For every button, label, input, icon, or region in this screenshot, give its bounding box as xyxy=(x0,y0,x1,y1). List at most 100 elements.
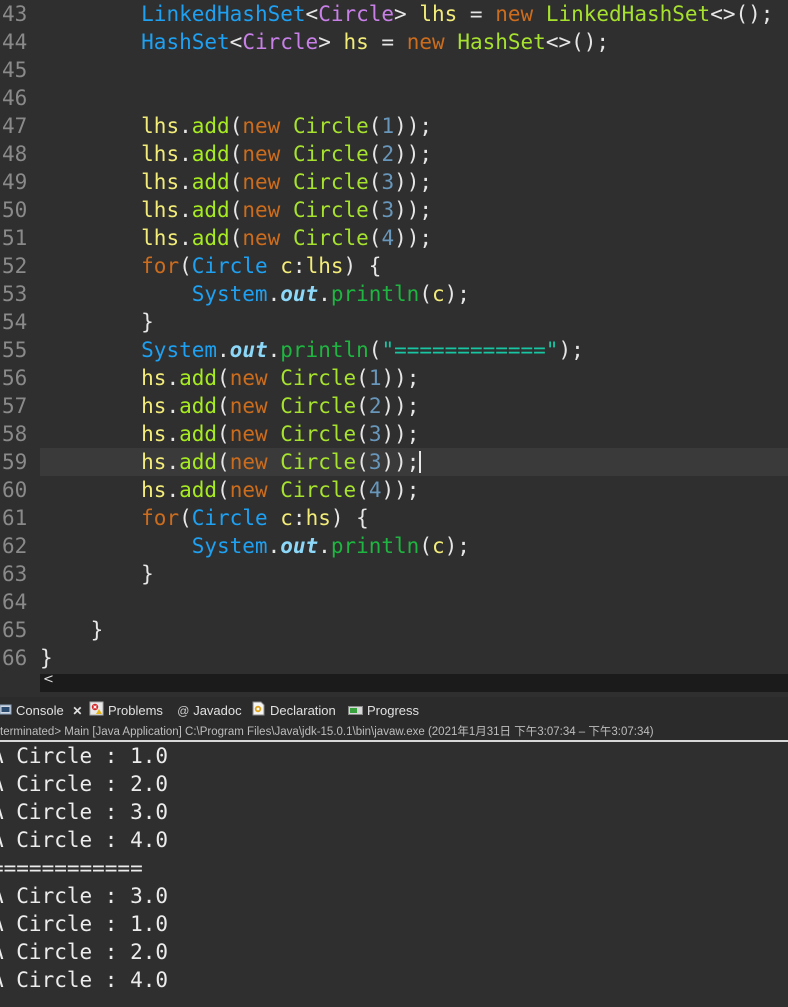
code-line[interactable]: 62 System.out.println(c); xyxy=(0,532,788,560)
code-line[interactable]: 48 lhs.add(new Circle(2)); xyxy=(0,140,788,168)
code-line[interactable]: 47 lhs.add(new Circle(1)); xyxy=(0,112,788,140)
code-text: hs.add(new Circle(1)); xyxy=(40,364,419,392)
line-number: 47 xyxy=(2,114,28,138)
code-line[interactable]: 46 xyxy=(0,84,788,112)
code-line[interactable]: 44 HashSet<Circle> hs = new HashSet<>(); xyxy=(0,28,788,56)
code-token: println xyxy=(330,282,420,306)
tab-javadoc-label: Javadoc xyxy=(193,703,242,718)
code-token: 3 xyxy=(381,198,395,222)
code-token: ( xyxy=(229,198,243,222)
code-token: ( xyxy=(419,282,432,306)
code-token: . xyxy=(179,114,192,138)
code-token: add xyxy=(179,422,218,446)
code-token: hs xyxy=(343,30,369,54)
code-line[interactable]: 57 hs.add(new Circle(2)); xyxy=(0,392,788,420)
code-line[interactable]: 66} xyxy=(0,644,788,672)
code-token: ( xyxy=(217,394,230,418)
line-number: 64 xyxy=(2,590,28,614)
code-line[interactable]: 51 lhs.add(new Circle(4)); xyxy=(0,224,788,252)
code-line[interactable]: 60 hs.add(new Circle(4)); xyxy=(0,476,788,504)
code-line[interactable]: 59 hs.add(new Circle(3)); xyxy=(2,448,788,476)
line-number: 53 xyxy=(2,282,28,306)
code-line[interactable]: 43 LinkedHashSet<Circle> lhs = new Linke… xyxy=(0,0,788,28)
code-token: HashSet xyxy=(457,30,546,54)
tab-javadoc[interactable]: @ Javadoc xyxy=(177,697,242,724)
tab-console[interactable]: Console ✕ xyxy=(0,697,82,724)
code-token: add xyxy=(191,142,230,166)
line-number: 63 xyxy=(2,562,28,586)
code-token: new xyxy=(406,30,445,54)
code-line[interactable]: 50 lhs.add(new Circle(3)); xyxy=(0,196,788,224)
code-line[interactable]: 64 xyxy=(0,588,788,616)
code-token: )); xyxy=(394,114,433,138)
code-token: ( xyxy=(179,254,192,278)
code-token: lhs xyxy=(141,114,180,138)
code-line[interactable]: 63 } xyxy=(0,560,788,588)
console-output-line: A Circle : 4.0 xyxy=(0,968,169,992)
tab-declaration[interactable]: Declaration xyxy=(252,697,336,724)
code-token: add xyxy=(191,114,230,138)
problems-icon xyxy=(89,698,104,725)
code-line[interactable]: 65 } xyxy=(0,616,788,644)
code-editor[interactable]: 43 LinkedHashSet<Circle> lhs = new Linke… xyxy=(0,0,788,674)
code-token: lhs xyxy=(141,226,180,250)
console-output-line: A Circle : 3.0 xyxy=(0,884,169,908)
code-token: 3 xyxy=(381,170,395,194)
tab-problems[interactable]: Problems xyxy=(89,697,163,724)
code-line[interactable]: 52 for(Circle c:lhs) { xyxy=(0,252,788,280)
at-sign-icon: @ xyxy=(177,704,190,719)
console-output[interactable]: A Circle : 1.0 A Circle : 2.0 A Circle : 3… xyxy=(0,742,788,1007)
tab-console-label: Console xyxy=(16,703,64,718)
code-line[interactable]: 61 for(Circle c:hs) { xyxy=(0,504,788,532)
line-number: 65 xyxy=(2,618,28,642)
code-line[interactable]: 54 } xyxy=(0,308,788,336)
code-token: lhs xyxy=(141,198,180,222)
code-token: add xyxy=(191,198,230,222)
close-icon[interactable]: ✕ xyxy=(72,704,82,718)
code-token: )); xyxy=(381,366,420,390)
code-token: ); xyxy=(444,282,470,306)
code-token: c xyxy=(432,534,445,558)
code-token: new xyxy=(229,450,268,474)
line-number: 55 xyxy=(2,338,28,362)
code-line[interactable]: 56 hs.add(new Circle(1)); xyxy=(0,364,788,392)
progress-icon xyxy=(348,698,363,725)
code-token: )); xyxy=(394,142,433,166)
line-number: 56 xyxy=(2,366,28,390)
code-token: new xyxy=(229,422,268,446)
code-token: . xyxy=(166,394,180,418)
code-token: ( xyxy=(368,142,382,166)
line-number: 59 xyxy=(2,450,28,474)
code-token: ( xyxy=(179,506,192,530)
code-token: ( xyxy=(419,534,432,558)
code-token: . xyxy=(166,450,180,474)
code-line[interactable]: 53 System.out.println(c); xyxy=(0,280,788,308)
tab-progress[interactable]: Progress xyxy=(348,697,419,724)
code-token: ( xyxy=(368,114,382,138)
code-line[interactable]: 58 hs.add(new Circle(3)); xyxy=(0,420,788,448)
code-token: > xyxy=(318,30,344,54)
horizontal-scrollbar[interactable]: < xyxy=(40,672,788,692)
line-number: 46 xyxy=(2,86,28,110)
code-token: lhs xyxy=(305,254,344,278)
code-token: )); xyxy=(381,422,420,446)
code-line[interactable]: 45 xyxy=(0,56,788,84)
code-line[interactable]: 49 lhs.add(new Circle(3)); xyxy=(0,168,788,196)
code-token: Circle xyxy=(280,478,357,502)
code-token: new xyxy=(242,198,281,222)
code-token: Circle xyxy=(280,366,357,390)
scroll-left-icon[interactable]: < xyxy=(43,672,54,687)
code-line[interactable]: 55 System.out.println("============"); xyxy=(0,336,788,364)
line-number: 66 xyxy=(2,646,28,670)
